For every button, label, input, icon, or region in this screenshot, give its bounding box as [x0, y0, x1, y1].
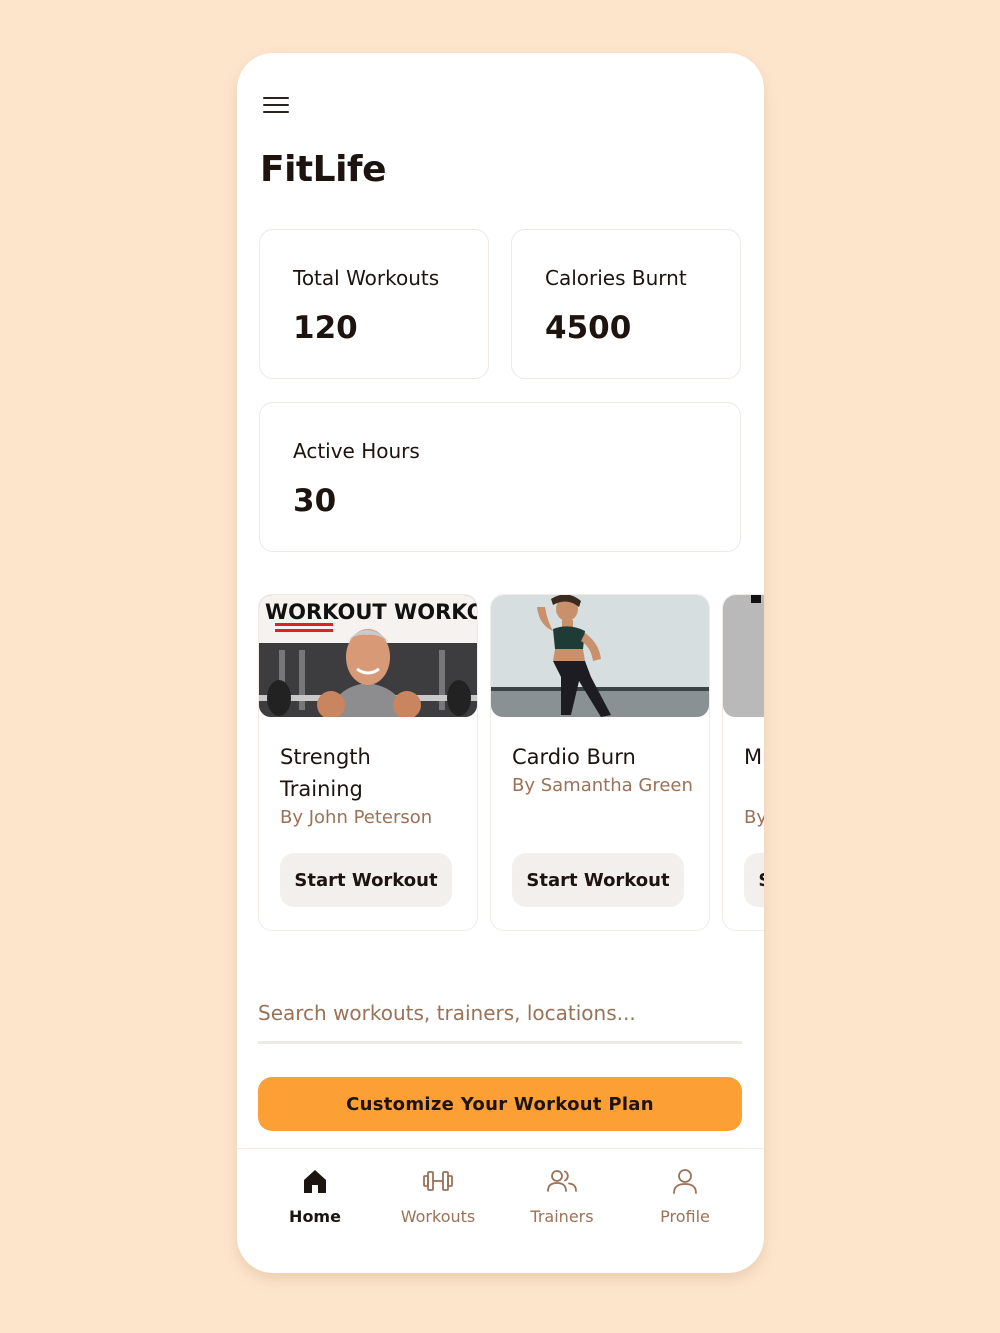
workout-name: Cardio Burn	[512, 745, 636, 769]
image-banner-text: WORKOUT WORKOUT	[265, 600, 477, 624]
workout-name: Strength Training	[280, 745, 371, 801]
workout-image: WORKOUT WORKOUT	[259, 595, 477, 717]
stat-label: Calories Burnt	[545, 266, 687, 290]
stat-value: 30	[293, 483, 337, 519]
nav-item-workouts[interactable]: Workouts	[383, 1167, 493, 1247]
workout-image	[723, 595, 764, 717]
stat-card-active-hours: Active Hours 30	[259, 402, 741, 552]
hamburger-menu-icon[interactable]	[261, 93, 291, 121]
workout-image	[491, 595, 709, 717]
users-icon	[547, 1170, 577, 1192]
home-icon	[304, 1170, 326, 1193]
workout-trainer: By...	[744, 807, 764, 828]
start-workout-button[interactable]: Start Workout	[744, 853, 764, 907]
nav-label: Workouts	[400, 1207, 476, 1226]
workout-trainer: By John Peterson	[280, 807, 433, 828]
nav-label: Trainers	[530, 1207, 594, 1226]
workout-card-cardio-burn[interactable]: Cardio Burn By Samantha Green Start Work…	[490, 594, 710, 931]
start-workout-button[interactable]: Start Workout	[280, 853, 452, 907]
stat-card-calories-burnt: Calories Burnt 4500	[511, 229, 741, 379]
stat-card-total-workouts: Total Workouts 120	[259, 229, 489, 379]
stat-value: 4500	[545, 310, 632, 346]
dumbbell-icon	[423, 1171, 453, 1191]
customize-workout-plan-button[interactable]: Customize Your Workout Plan	[258, 1077, 742, 1131]
nav-item-profile[interactable]: Profile	[630, 1167, 740, 1247]
nav-item-trainers[interactable]: Trainers	[507, 1167, 617, 1247]
workout-card-strength-training[interactable]: WORKOUT WORKOUT Strength Training By Joh…	[258, 594, 478, 931]
user-icon	[673, 1169, 697, 1194]
app-title: FitLife	[260, 149, 387, 190]
workout-card-partial[interactable]: M... Is... By... Start Workout	[722, 594, 764, 931]
nav-item-home[interactable]: Home	[260, 1167, 370, 1247]
workout-trainer: By Samantha Green	[512, 775, 693, 796]
bottom-nav: Home Workouts Trainers Profile	[237, 1148, 764, 1273]
phone-screen: FitLife Total Workouts 120 Calories Burn…	[237, 53, 764, 1273]
workout-carousel[interactable]: WORKOUT WORKOUT Strength Training By Joh…	[258, 594, 764, 931]
nav-label: Profile	[660, 1207, 710, 1226]
stat-value: 120	[293, 310, 358, 346]
stat-label: Active Hours	[293, 439, 420, 463]
search-input[interactable]	[258, 985, 742, 1044]
workout-name: M... Is...	[744, 745, 764, 769]
nav-label: Home	[289, 1207, 341, 1226]
start-workout-button[interactable]: Start Workout	[512, 853, 684, 907]
stat-label: Total Workouts	[293, 266, 440, 290]
